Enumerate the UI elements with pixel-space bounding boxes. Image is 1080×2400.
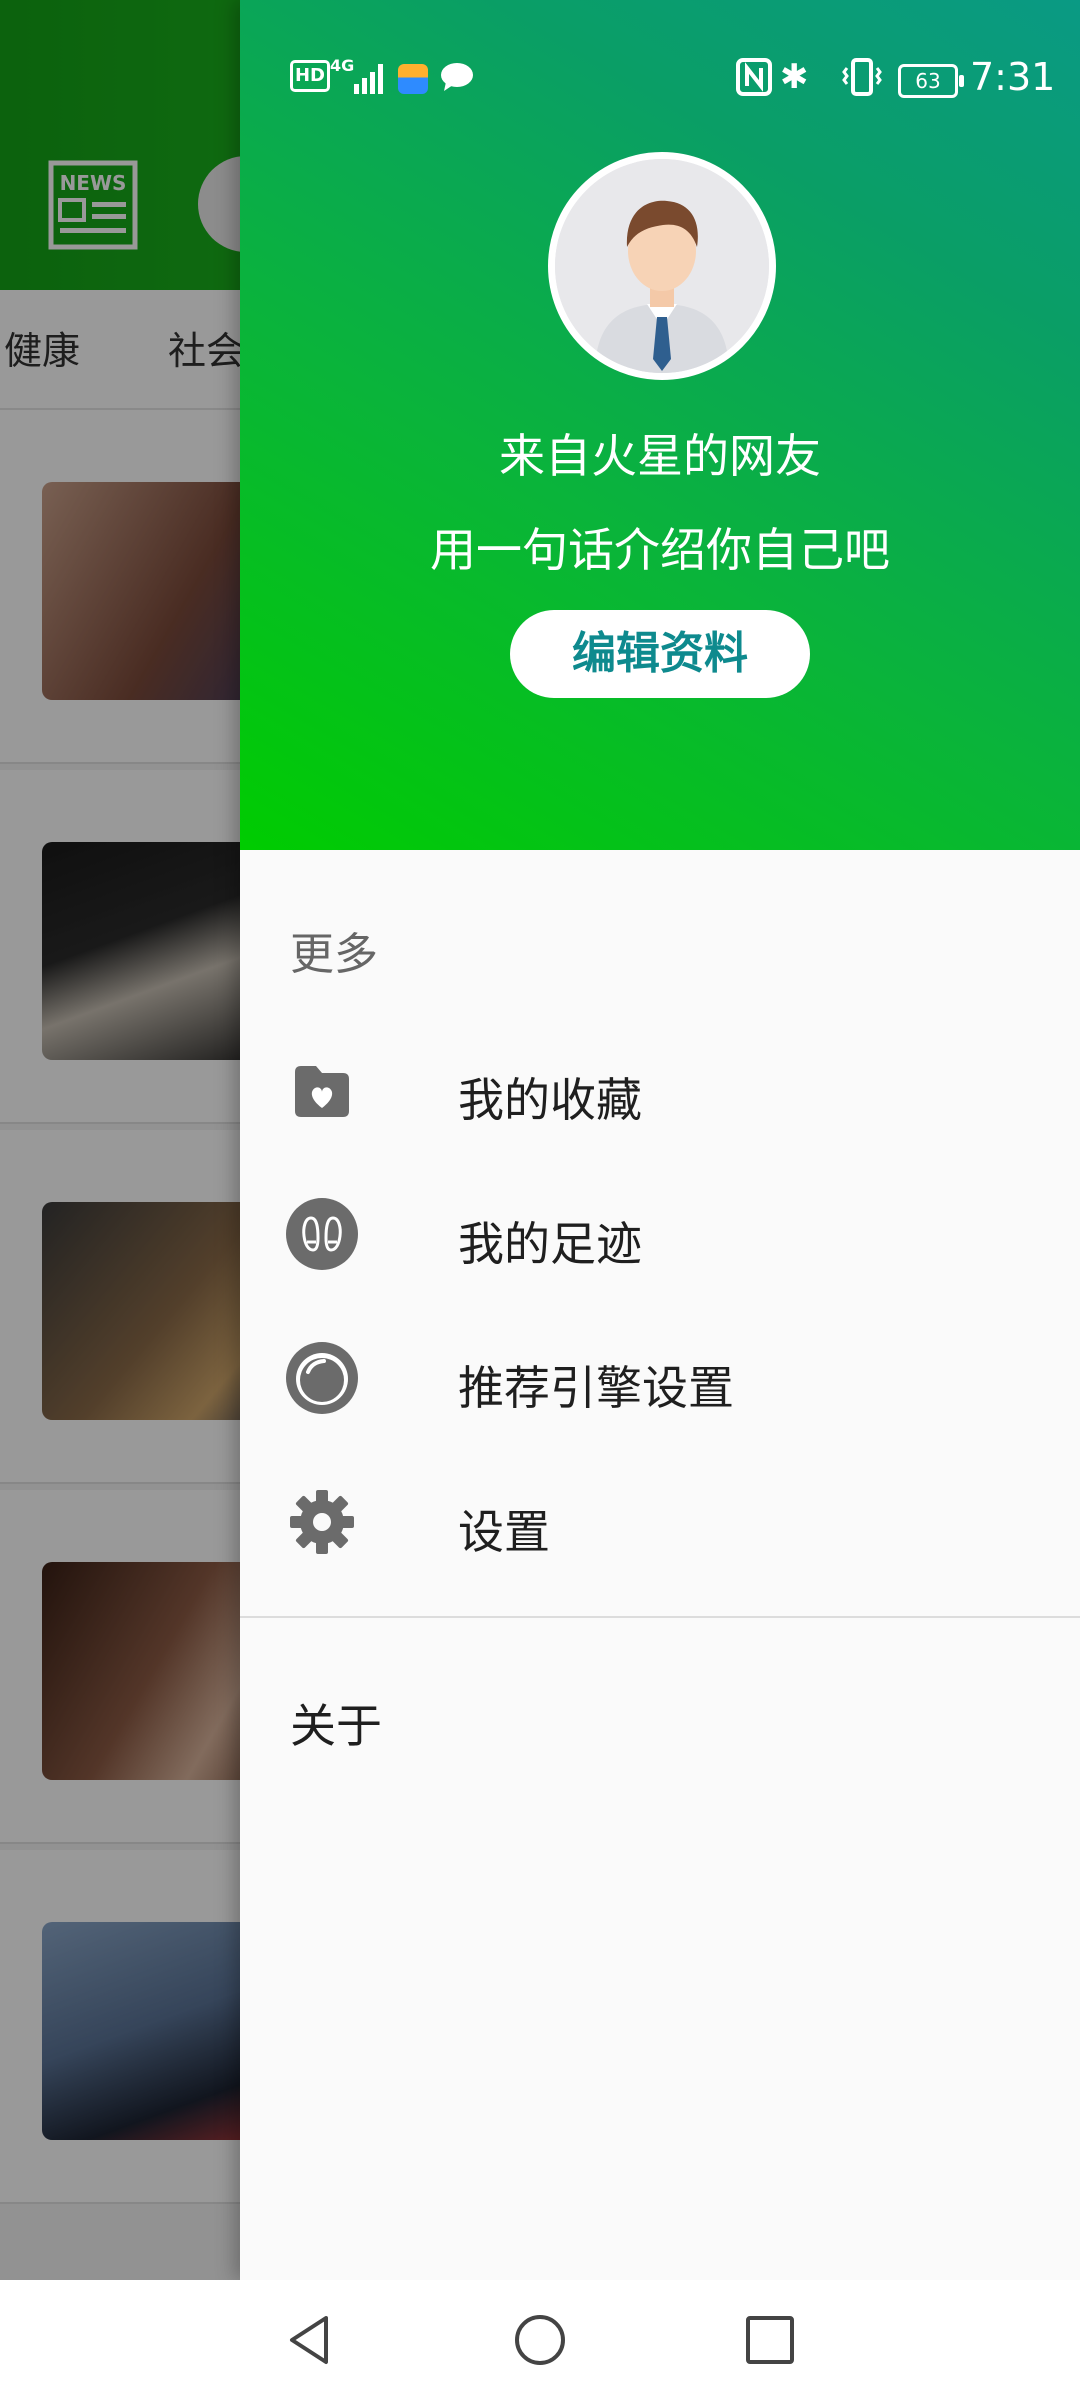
section-title-more: 更多: [290, 929, 378, 980]
recents-icon[interactable]: [740, 2310, 800, 2370]
battery-icon: 63: [898, 64, 964, 98]
menu-item-about[interactable]: 关于: [240, 1650, 1080, 1790]
footprints-icon: [286, 1198, 358, 1270]
divider: [240, 1616, 1080, 1618]
vibrate-icon: [842, 58, 882, 96]
avatar[interactable]: [548, 152, 776, 380]
menu-item-favorites[interactable]: 我的收藏: [240, 1020, 1080, 1160]
home-icon[interactable]: [510, 2310, 570, 2370]
back-icon[interactable]: [280, 2310, 340, 2370]
user-avatar-icon: [555, 159, 769, 373]
user-nickname: 来自火星的网友: [499, 429, 821, 483]
favorites-folder-icon: [295, 1066, 349, 1117]
gear-icon: [290, 1490, 354, 1554]
menu-item-settings[interactable]: 设置: [240, 1452, 1080, 1592]
menu-item-footprints[interactable]: 我的足迹: [240, 1164, 1080, 1304]
nfc-icon: [736, 58, 772, 96]
wallet-icon: [398, 64, 428, 94]
system-navigation-bar: [0, 2280, 1080, 2400]
clock: 7:31: [970, 55, 1056, 99]
menu-label-footprints: 我的足迹: [458, 1217, 642, 1271]
edit-profile-button[interactable]: 编辑资料: [510, 610, 810, 698]
navigation-drawer: HD 4G ✱ 63 7:31 来自火星的网友 用一句话介绍你自己吧 编辑资料 …: [240, 0, 1080, 2280]
recommendation-engine-icon: [286, 1342, 358, 1414]
status-bar: HD 4G ✱ 63 7:31: [240, 0, 1080, 160]
user-bio: 用一句话介绍你自己吧: [430, 523, 890, 577]
menu-item-recommendation-settings[interactable]: 推荐引擎设置: [240, 1308, 1080, 1448]
menu-label-settings: 设置: [458, 1505, 550, 1559]
bluetooth-icon: ✱: [780, 57, 809, 97]
drawer-header: HD 4G ✱ 63 7:31 来自火星的网友 用一句话介绍你自己吧 编辑资料: [240, 0, 1080, 850]
chat-icon: [441, 63, 473, 91]
menu-label-about: 关于: [290, 1699, 382, 1753]
menu-label-recommendation-settings: 推荐引擎设置: [458, 1361, 734, 1415]
menu-label-favorites: 我的收藏: [458, 1073, 642, 1127]
network-type-label: 4G: [330, 56, 355, 75]
hd-icon: HD: [290, 60, 330, 92]
